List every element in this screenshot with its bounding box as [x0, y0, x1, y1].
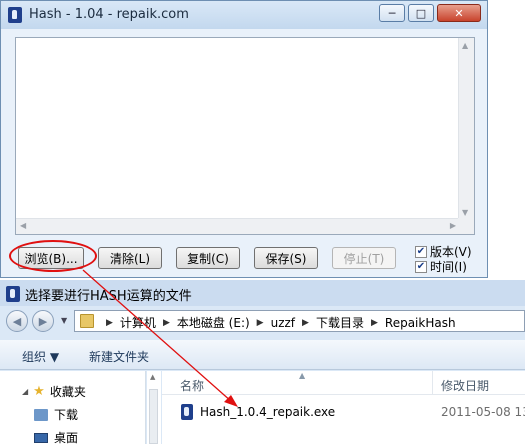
annotation-arrow: [82, 269, 238, 407]
